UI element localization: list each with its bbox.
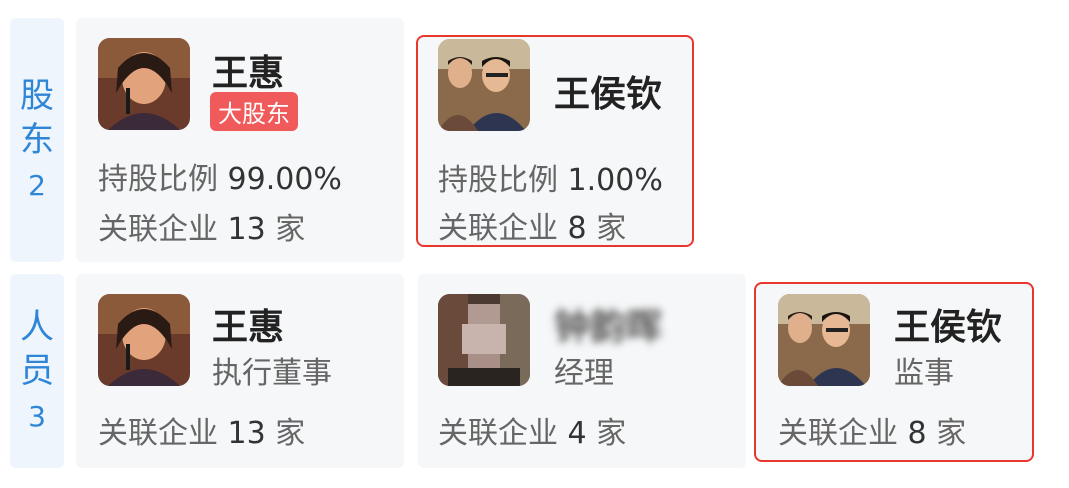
tab-personnel[interactable]: 人 员 3: [10, 274, 64, 468]
related-companies-label: 关联企业: [98, 212, 218, 247]
pixelated-photo: [438, 294, 530, 386]
person-role: 监事: [894, 356, 954, 391]
share-ratio-row: 持股比例 99.00%: [98, 154, 342, 198]
share-ratio-label: 持股比例: [438, 163, 558, 198]
related-companies-unit: 家: [275, 212, 306, 247]
shareholder-card-wanghui[interactable]: 王惠 大股东 持股比例 99.00% 关联企业 13 家: [76, 18, 404, 262]
related-companies-row[interactable]: 关联企业 13 家: [98, 204, 305, 248]
related-companies-unit: 家: [596, 416, 627, 451]
share-ratio-row: 持股比例 1.00%: [438, 155, 663, 199]
related-companies-unit: 家: [275, 416, 306, 451]
related-companies-label: 关联企业: [438, 416, 558, 451]
personnel-card-wanghui[interactable]: 王惠 执行董事 关联企业 13 家: [76, 274, 404, 468]
shareholder-card-wanghouqin[interactable]: 王侯钦 持股比例 1.00% 关联企业 8 家: [416, 35, 694, 247]
related-companies-count: 8: [907, 416, 927, 451]
tab-label-char-2: 东: [20, 120, 54, 160]
tab-shareholders[interactable]: 股 东 2: [10, 18, 64, 262]
avatar: [98, 294, 190, 386]
person-name[interactable]: 王侯钦: [894, 298, 1002, 350]
avatar: [438, 294, 530, 386]
person-name[interactable]: 钟韵晖: [554, 298, 662, 350]
portrait-photo: [98, 294, 190, 386]
related-companies-count: 4: [567, 416, 587, 451]
company-people-panel: 股 东 2 王惠 大股东 持股比例 99.00% 关联企业 13 家 王侯钦 持…: [0, 0, 1069, 488]
related-companies-unit: 家: [596, 211, 627, 245]
major-shareholder-badge: 大股东: [210, 92, 298, 131]
related-companies-row[interactable]: 关联企业 4 家: [438, 408, 626, 452]
person-role: 经理: [554, 356, 614, 391]
related-companies-row[interactable]: 关联企业 8 家: [438, 203, 626, 245]
tab-label-char-2: 员: [20, 351, 54, 391]
related-companies-unit: 家: [936, 416, 967, 451]
share-ratio-value: 99.00%: [227, 162, 342, 197]
tab-label-char-1: 人: [20, 307, 54, 347]
related-companies-label: 关联企业: [438, 211, 558, 245]
related-companies-count: 8: [567, 211, 587, 245]
person-name[interactable]: 王惠: [212, 298, 284, 350]
related-companies-row[interactable]: 关联企业 13 家: [98, 408, 305, 452]
share-ratio-value: 1.00%: [567, 163, 663, 198]
personnel-card-manager[interactable]: 钟韵晖 经理 关联企业 4 家: [418, 274, 746, 468]
shareholder-name[interactable]: 王侯钦: [554, 65, 662, 117]
shareholder-name[interactable]: 王惠: [212, 44, 284, 96]
avatar: [98, 38, 190, 130]
avatar: [438, 39, 530, 131]
portrait-photo: [98, 38, 190, 130]
related-companies-label: 关联企业: [778, 416, 898, 451]
tab-count: 2: [28, 169, 46, 202]
person-role: 执行董事: [212, 356, 332, 391]
avatar: [778, 294, 870, 386]
personnel-card-wanghouqin[interactable]: 王侯钦 监事 关联企业 8 家: [754, 282, 1034, 462]
tab-label-char-1: 股: [20, 76, 54, 116]
share-ratio-label: 持股比例: [98, 162, 218, 197]
related-companies-label: 关联企业: [98, 416, 218, 451]
related-companies-count: 13: [227, 416, 266, 451]
related-companies-row[interactable]: 关联企业 8 家: [778, 408, 966, 452]
related-companies-count: 13: [227, 212, 266, 247]
group-photo: [438, 39, 530, 131]
tab-count: 3: [28, 400, 46, 433]
group-photo: [778, 294, 870, 386]
